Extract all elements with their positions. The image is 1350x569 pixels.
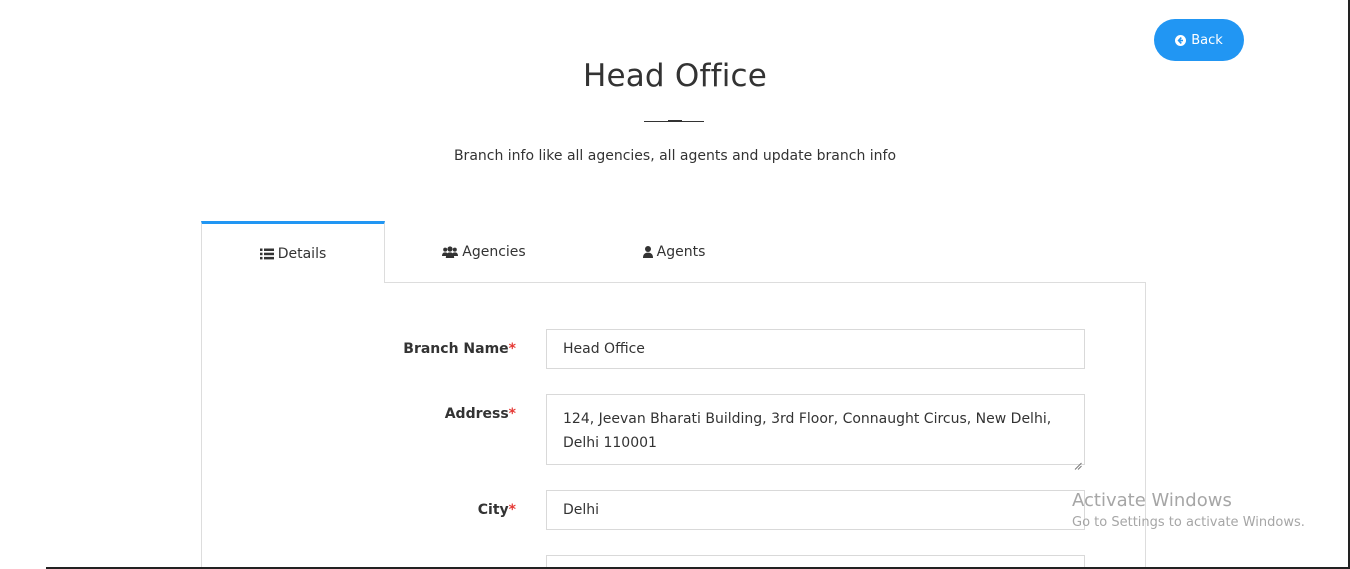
address-label: Address* xyxy=(201,406,516,422)
required-star: * xyxy=(508,502,516,518)
title-divider-accent xyxy=(668,120,682,122)
tab-agencies-label: Agencies xyxy=(462,244,526,260)
list-icon xyxy=(259,248,274,260)
branch-page: Back Head Office Branch info like all ag… xyxy=(0,0,1350,569)
users-icon xyxy=(442,246,459,258)
tab-details[interactable]: Details xyxy=(201,221,385,283)
tab-agencies[interactable]: Agencies xyxy=(389,221,579,283)
tab-agents-label: Agents xyxy=(656,244,706,260)
activate-windows-title: Activate Windows xyxy=(1072,490,1232,511)
branch-name-input[interactable]: Head Office xyxy=(546,329,1085,369)
branch-name-value: Head Office xyxy=(563,341,645,357)
tab-details-label: Details xyxy=(277,245,327,262)
back-button-label: Back xyxy=(1191,32,1223,48)
address-textarea[interactable]: 124, Jeevan Bharati Building, 3rd Floor,… xyxy=(546,394,1085,470)
activate-windows-subtitle: Go to Settings to activate Windows. xyxy=(1072,515,1305,530)
address-label-text: Address xyxy=(444,406,509,422)
city-label: City* xyxy=(201,502,516,518)
city-input[interactable]: Delhi xyxy=(546,490,1085,530)
branch-name-label: Branch Name* xyxy=(201,341,516,357)
page-subtitle: Branch info like all agencies, all agent… xyxy=(453,148,897,164)
branch-tabs: Details Agencies Agents xyxy=(201,221,1146,283)
user-icon xyxy=(642,246,653,258)
city-value: Delhi xyxy=(563,502,600,518)
city-label-text: City xyxy=(477,502,509,518)
required-star: * xyxy=(508,406,516,422)
required-star: * xyxy=(508,341,516,357)
arrow-circle-left-icon xyxy=(1175,34,1187,46)
back-button[interactable]: Back xyxy=(1154,19,1244,61)
resize-handle-icon[interactable] xyxy=(1074,454,1082,470)
tab-agents[interactable]: Agents xyxy=(579,221,769,283)
page-title: Head Office xyxy=(582,58,768,94)
branch-name-label-text: Branch Name xyxy=(403,341,509,357)
address-value: 124, Jeevan Bharati Building, 3rd Floor,… xyxy=(563,411,1052,451)
